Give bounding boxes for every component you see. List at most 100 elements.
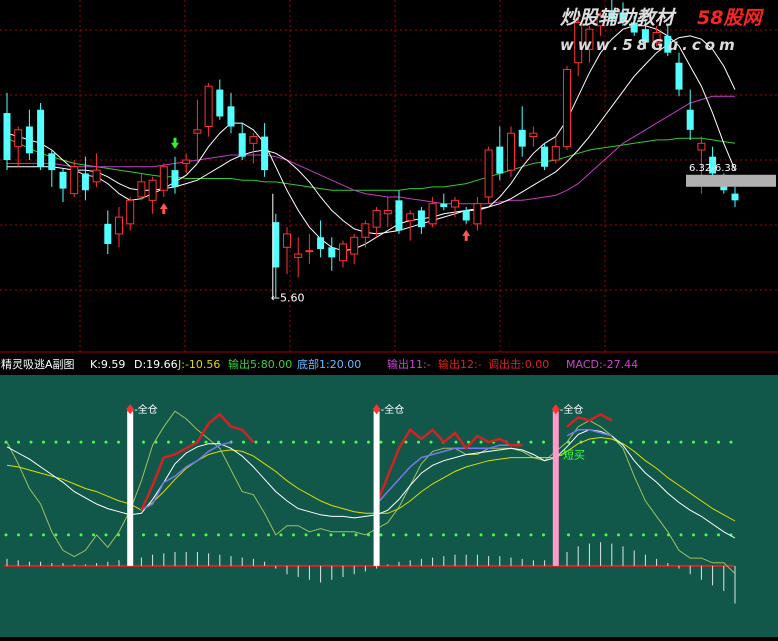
- level-dot: [242, 440, 245, 444]
- candle-body: [261, 136, 269, 171]
- level-dot: [692, 533, 695, 537]
- level-dot: [679, 440, 683, 444]
- level-dot: [42, 533, 45, 537]
- candle-body: [81, 173, 89, 191]
- level-dot: [529, 440, 533, 444]
- candle-body: [518, 129, 526, 147]
- level-dot: [92, 440, 95, 444]
- level-dot: [292, 533, 295, 537]
- candle: [507, 126, 515, 177]
- candle-body: [14, 129, 23, 148]
- level-dot: [454, 440, 458, 444]
- candle: [541, 143, 549, 171]
- level-dot: [729, 440, 733, 444]
- candle-body: [283, 233, 291, 248]
- level-dot: [654, 533, 658, 537]
- candle-body: [395, 200, 403, 231]
- level-dot: [479, 533, 483, 537]
- level-dot: [79, 440, 83, 444]
- level-dot: [104, 440, 108, 444]
- level-dot: [179, 440, 183, 444]
- candle: [37, 103, 45, 171]
- candle-body: [48, 153, 56, 171]
- candle: [563, 66, 571, 150]
- level-dot: [454, 533, 458, 537]
- level-dot: [217, 533, 220, 537]
- signal-label: -全仓: [134, 403, 158, 416]
- candle-body: [227, 106, 235, 127]
- candle-body: [361, 223, 370, 238]
- level-dot: [367, 440, 370, 444]
- candle-body: [451, 199, 459, 208]
- level-dot: [629, 533, 633, 537]
- level-dot: [642, 533, 645, 537]
- level-dot: [167, 440, 170, 444]
- candle-body: [417, 210, 425, 228]
- level-dot: [267, 533, 270, 537]
- level-dot: [254, 533, 258, 537]
- level-dot: [79, 533, 83, 537]
- level-dot: [117, 440, 120, 444]
- level-dot: [417, 440, 420, 444]
- candle-body: [92, 169, 101, 183]
- signal-bar: [373, 411, 380, 566]
- candle-body: [473, 203, 482, 225]
- candle-body: [37, 109, 45, 167]
- signal-bar: [127, 411, 134, 566]
- candle-body: [216, 89, 224, 117]
- level-dot: [104, 533, 108, 537]
- level-dot: [567, 533, 570, 537]
- candle-body: [25, 126, 33, 154]
- candle-body: [126, 199, 135, 225]
- indicator-legend: 精灵吸逃A副图 K:9.59 D:19.66 J:-10.56 输出5:80.00 底部…: [1, 357, 638, 371]
- level-dot: [692, 440, 695, 444]
- level-dot: [304, 533, 308, 537]
- level-dot: [279, 440, 283, 444]
- level-dot: [304, 440, 308, 444]
- level-dot: [642, 440, 645, 444]
- candle-body: [383, 209, 392, 215]
- candle-body: [159, 166, 168, 191]
- legend-item: 调出击:0.00: [488, 357, 549, 371]
- candle-body: [328, 247, 336, 258]
- level-dot: [142, 533, 145, 537]
- level-dot: [617, 533, 620, 537]
- candle-body: [484, 149, 493, 198]
- candle-body: [238, 133, 246, 157]
- candle-body: [496, 146, 504, 174]
- level-dot: [342, 533, 345, 537]
- candle-body: [137, 181, 146, 198]
- level-dot: [154, 533, 158, 537]
- candle-body: [193, 129, 202, 134]
- level-dot: [42, 440, 45, 444]
- candle-body: [182, 159, 191, 164]
- level-dot: [354, 440, 358, 444]
- candle-body: [249, 136, 258, 144]
- legend-item: 底部1:20.00: [297, 357, 361, 371]
- level-dot: [604, 440, 608, 444]
- candle-body: [551, 146, 560, 161]
- level-dot: [329, 533, 333, 537]
- candle-body: [350, 236, 359, 255]
- level-dot: [54, 440, 58, 444]
- level-dot: [492, 533, 495, 537]
- level-dot: [679, 533, 683, 537]
- candle-body: [529, 132, 538, 138]
- candle: [484, 146, 493, 204]
- level-dot: [429, 440, 433, 444]
- level-dot: [242, 533, 245, 537]
- legend-item: 输出11:-: [387, 357, 431, 371]
- level-dot: [29, 440, 33, 444]
- level-dot: [254, 440, 258, 444]
- candle-body: [3, 113, 11, 161]
- candle-body: [104, 223, 112, 244]
- candle-body: [70, 166, 79, 195]
- chart-canvas[interactable]: ←5.60 6.32-6.38 炒股辅助教材 58股网 www.58Gu.com…: [0, 0, 778, 637]
- candle-body: [317, 237, 325, 249]
- level-dot: [204, 533, 208, 537]
- level-dot: [379, 533, 383, 537]
- level-dot: [392, 440, 395, 444]
- candle-body: [294, 253, 303, 258]
- level-dot: [504, 533, 508, 537]
- level-dot: [317, 440, 320, 444]
